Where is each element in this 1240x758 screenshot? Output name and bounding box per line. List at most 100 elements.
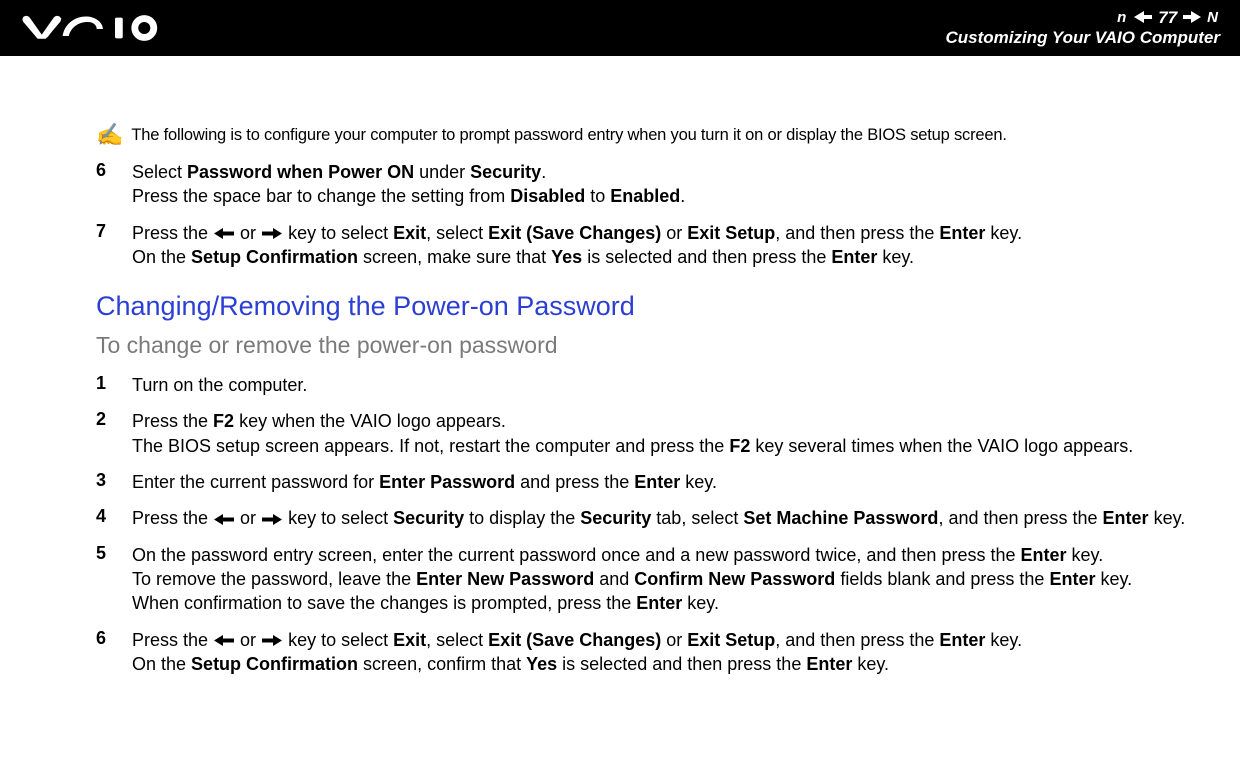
text: When confirmation to save the changes is… [132,593,636,613]
bold: Exit Setup [687,630,775,650]
bold: Setup Confirmation [191,247,358,267]
text: key. [1095,569,1132,589]
bold: Enter [1103,508,1149,528]
text: key. [985,630,1022,650]
text: or [661,630,687,650]
step-body: Press the F2 key when the VAIO logo appe… [132,409,1198,458]
text: , and then press the [775,223,939,243]
note-text: The following is to configure your compu… [131,126,1006,145]
bold: Disabled [510,186,585,206]
step-number: 4 [96,506,110,530]
step-row: 3 Enter the current password for Enter P… [96,470,1198,494]
text: under [414,162,470,182]
step-row: 7 Press the or key to select Exit, selec… [96,221,1198,270]
arrow-left-icon [214,514,234,525]
text: tab, select [651,508,743,528]
bold: Password when Power ON [187,162,414,182]
bold: Set Machine Password [743,508,938,528]
text: to [585,186,610,206]
text: The BIOS setup screen appears. If not, r… [132,436,729,456]
text: and press the [515,472,634,492]
bold: Confirm New Password [634,569,835,589]
text: key. [682,593,719,613]
text: key to select [283,630,393,650]
step-number: 3 [96,470,110,494]
step-row: 6 Press the or key to select Exit, selec… [96,628,1198,677]
text: Press the [132,223,213,243]
text: or [235,508,261,528]
bold: Enter New Password [416,569,594,589]
bold: F2 [213,411,234,431]
step-row: 2 Press the F2 key when the VAIO logo ap… [96,409,1198,458]
text: key. [985,223,1022,243]
bold: Exit (Save Changes) [488,223,661,243]
text: fields blank and press the [835,569,1049,589]
text: or [235,630,261,650]
sub-title: To change or remove the power-on passwor… [96,332,1198,359]
note: ✍ The following is to configure your com… [96,126,1198,146]
step-row: 6 Select Password when Power ON under Se… [96,160,1198,209]
text: Enter the current password for [132,472,379,492]
text: key. [680,472,717,492]
text: screen, confirm that [358,654,526,674]
step-body: Press the or key to select Security to d… [132,506,1198,530]
text: Press the [132,411,213,431]
text: , and then press the [938,508,1102,528]
text: key. [852,654,889,674]
bold: Security [470,162,541,182]
step-number: 1 [96,373,110,397]
bold: Enter [806,654,852,674]
step-row: 1 Turn on the computer. [96,373,1198,397]
bold: Exit Setup [687,223,775,243]
text: , select [426,630,488,650]
text: , select [426,223,488,243]
text: is selected and then press the [582,247,831,267]
text: . [680,186,685,206]
step-number: 7 [96,221,110,270]
text: key several times when the VAIO logo app… [750,436,1133,456]
arrow-right-icon [262,635,282,646]
step-body: Turn on the computer. [132,373,1198,397]
step-body: Press the or key to select Exit, select … [132,221,1198,270]
text: On the password entry screen, enter the … [132,545,1021,565]
text: or [661,223,687,243]
text: key when the VAIO logo appears. [234,411,506,431]
bold: Enter [636,593,682,613]
text: On the [132,654,191,674]
text: is selected and then press the [557,654,806,674]
next-page-button[interactable] [1183,11,1201,23]
step-body: On the password entry screen, enter the … [132,543,1198,616]
text: or [235,223,261,243]
vaio-logo [22,15,177,41]
bold: Yes [526,654,557,674]
text: Press the [132,508,213,528]
text: key to select [283,508,393,528]
step-row: 5 On the password entry screen, enter th… [96,543,1198,616]
bold: Enter [831,247,877,267]
step-body: Enter the current password for Enter Pas… [132,470,1198,494]
bold: Setup Confirmation [191,654,358,674]
text: , and then press the [775,630,939,650]
text: On the [132,247,191,267]
note-icon: ✍ [96,124,123,146]
text: key. [877,247,914,267]
text: key to select [283,223,393,243]
bold: Security [393,508,464,528]
header-right: n 77 N Customizing Your VAIO Computer [945,9,1220,48]
text: . [541,162,546,182]
arrow-right-icon [262,514,282,525]
text: Select [132,162,187,182]
bold: Enter Password [379,472,515,492]
prev-page-button[interactable] [1134,11,1152,23]
text: Press the [132,630,213,650]
arrow-left-icon [214,635,234,646]
step-body: Select Password when Power ON under Secu… [132,160,1198,209]
n-marker-left: n [1117,10,1126,25]
bold: Exit (Save Changes) [488,630,661,650]
step-row: 4 Press the or key to select Security to… [96,506,1198,530]
bold: Yes [551,247,582,267]
bold: Enter [634,472,680,492]
step-body: Press the or key to select Exit, select … [132,628,1198,677]
step-number: 6 [96,160,110,209]
arrow-left-icon [214,228,234,239]
